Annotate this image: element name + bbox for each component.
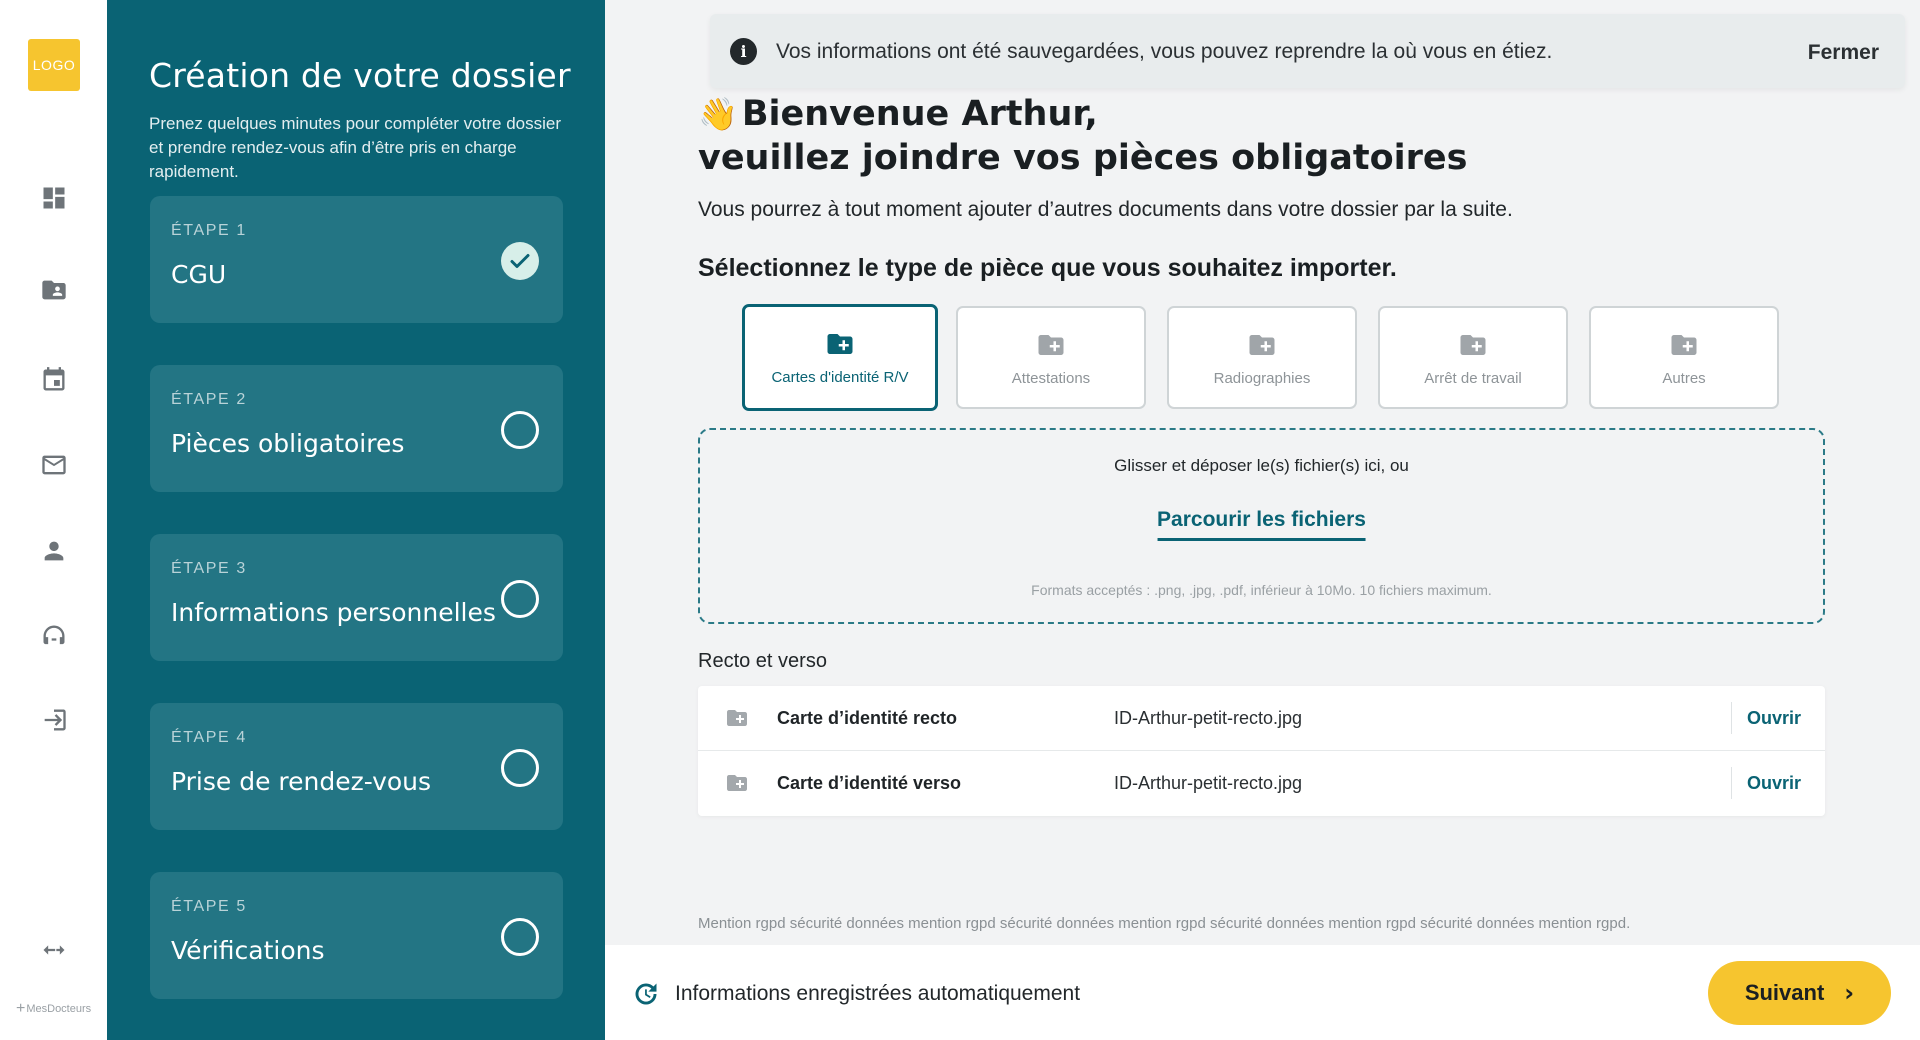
steps-panel: Création de votre dossier Prenez quelque…: [107, 0, 605, 1040]
doc-type-attestations[interactable]: Attestations: [956, 306, 1146, 409]
step-number: ÉTAPE 2: [171, 391, 247, 408]
step-card-5[interactable]: ÉTAPE 5 Vérifications: [150, 872, 563, 999]
step-number: ÉTAPE 3: [171, 560, 247, 577]
login-icon[interactable]: [36, 702, 72, 738]
doc-type-label: Attestations: [1011, 370, 1091, 387]
autosave-status: Informations enregistrées automatiquemen…: [675, 982, 1081, 1005]
step-number: ÉTAPE 4: [171, 729, 247, 746]
folder-add-icon: [1249, 335, 1275, 355]
brand-name: +MesDocteurs: [16, 1000, 92, 1017]
empty-circle-icon: [501, 411, 539, 449]
panel-description: Prenez quelques minutes pour compléter v…: [149, 114, 561, 181]
dropzone-text: Glisser et déposer le(s) fichier(s) ici,…: [1114, 456, 1409, 475]
step-card-1[interactable]: ÉTAPE 1 CGU: [150, 196, 563, 323]
dashboard-icon[interactable]: [36, 180, 72, 216]
panel-title: Création de votre dossier: [149, 56, 571, 95]
doc-type-others[interactable]: Autres: [1589, 306, 1779, 409]
step-label: CGU: [171, 260, 227, 289]
empty-circle-icon: [501, 580, 539, 618]
uploaded-files-table: Carte d’identité recto ID-Arthur-petit-r…: [698, 686, 1825, 816]
main-content: i Vos informations ont été sauvegardées,…: [605, 0, 1920, 1040]
folder-add-icon: [727, 710, 747, 726]
doc-type-radiographies[interactable]: Radiographies: [1167, 306, 1357, 409]
files-section-title: Recto et verso: [698, 650, 827, 672]
select-type-title: Sélectionnez le type de pièce que vous s…: [698, 254, 1397, 282]
support-icon[interactable]: [36, 618, 72, 654]
next-button[interactable]: Suivant ›: [1708, 961, 1891, 1025]
divider: [1731, 767, 1732, 799]
folder-add-icon: [827, 334, 853, 354]
file-name: ID-Arthur-petit-recto.jpg: [1114, 708, 1303, 728]
file-label: Carte d’identité verso: [777, 773, 962, 793]
doc-type-identity[interactable]: Cartes d'identité R/V: [742, 304, 938, 411]
logo: LOGO: [28, 39, 80, 91]
step-label: Pièces obligatoires: [171, 429, 405, 458]
check-circle-icon: [501, 242, 539, 280]
welcome-line-2: veuillez joindre vos pièces obligatoires: [698, 138, 1468, 178]
step-label: Prise de rendez-vous: [171, 767, 432, 796]
step-number: ÉTAPE 1: [171, 222, 247, 239]
collapse-icon[interactable]: [36, 932, 72, 968]
notice-text: Vos informations ont été sauvegardées, v…: [776, 40, 1553, 63]
next-button-label: Suivant: [1744, 980, 1825, 1005]
footer-bar: Informations enregistrées automatiquemen…: [605, 945, 1920, 1040]
accepted-formats: Formats acceptés : .png, .jpg, .pdf, inf…: [1031, 582, 1492, 598]
folder-add-icon: [1460, 335, 1486, 355]
file-dropzone[interactable]: Glisser et déposer le(s) fichier(s) ici,…: [698, 428, 1825, 624]
empty-circle-icon: [501, 749, 539, 787]
browse-files-button[interactable]: Parcourir les fichiers: [1157, 508, 1366, 541]
person-icon[interactable]: [36, 533, 72, 569]
mail-icon[interactable]: [36, 447, 72, 483]
step-label: Informations personnelles: [171, 598, 496, 627]
welcome-line-1: Bienvenue Arthur,: [741, 94, 1098, 134]
step-card-2[interactable]: ÉTAPE 2 Pièces obligatoires: [150, 365, 563, 492]
open-file-button[interactable]: Ouvrir: [1747, 708, 1801, 729]
table-row: Carte d’identité recto ID-Arthur-petit-r…: [698, 686, 1825, 751]
history-icon: [635, 983, 657, 1005]
save-notice: i Vos informations ont été sauvegardées,…: [710, 14, 1905, 88]
chevron-right-icon: ›: [1844, 979, 1855, 1007]
folder-add-icon: [1038, 335, 1064, 355]
rgpd-mention: Mention rgpd sécurité données mention rg…: [698, 915, 1631, 932]
table-row: Carte d’identité verso ID-Arthur-petit-r…: [698, 751, 1825, 816]
icon-rail: LOGO +MesDocteurs: [0, 0, 107, 1040]
folder-add-icon: [727, 775, 747, 791]
doc-type-label: Autres: [1662, 370, 1706, 387]
step-card-4[interactable]: ÉTAPE 4 Prise de rendez-vous: [150, 703, 563, 830]
doc-type-label: Arrêt de travail: [1424, 370, 1522, 387]
doc-type-sick-leave[interactable]: Arrêt de travail: [1378, 306, 1568, 409]
doc-type-label: Cartes d'identité R/V: [771, 369, 909, 386]
divider: [1731, 702, 1732, 734]
open-file-button[interactable]: Ouvrir: [1747, 773, 1801, 794]
step-label: Vérifications: [171, 936, 325, 965]
welcome-subtext: Vous pourrez à tout moment ajouter d’aut…: [698, 198, 1513, 221]
folder-user-icon[interactable]: [36, 272, 72, 308]
file-label: Carte d’identité recto: [777, 708, 958, 728]
info-icon: i: [730, 38, 757, 65]
empty-circle-icon: [501, 918, 539, 956]
file-name: ID-Arthur-petit-recto.jpg: [1114, 773, 1303, 793]
folder-add-icon: [1671, 335, 1697, 355]
wave-emoji: 👋: [698, 95, 738, 133]
close-notice-button[interactable]: Fermer: [1808, 41, 1879, 65]
calendar-icon[interactable]: [36, 362, 72, 398]
doc-type-label: Radiographies: [1213, 370, 1311, 387]
step-card-3[interactable]: ÉTAPE 3 Informations personnelles: [150, 534, 563, 661]
step-number: ÉTAPE 5: [171, 898, 247, 915]
welcome-heading: 👋 Bienvenue Arthur, veuillez joindre vos …: [698, 92, 1468, 180]
